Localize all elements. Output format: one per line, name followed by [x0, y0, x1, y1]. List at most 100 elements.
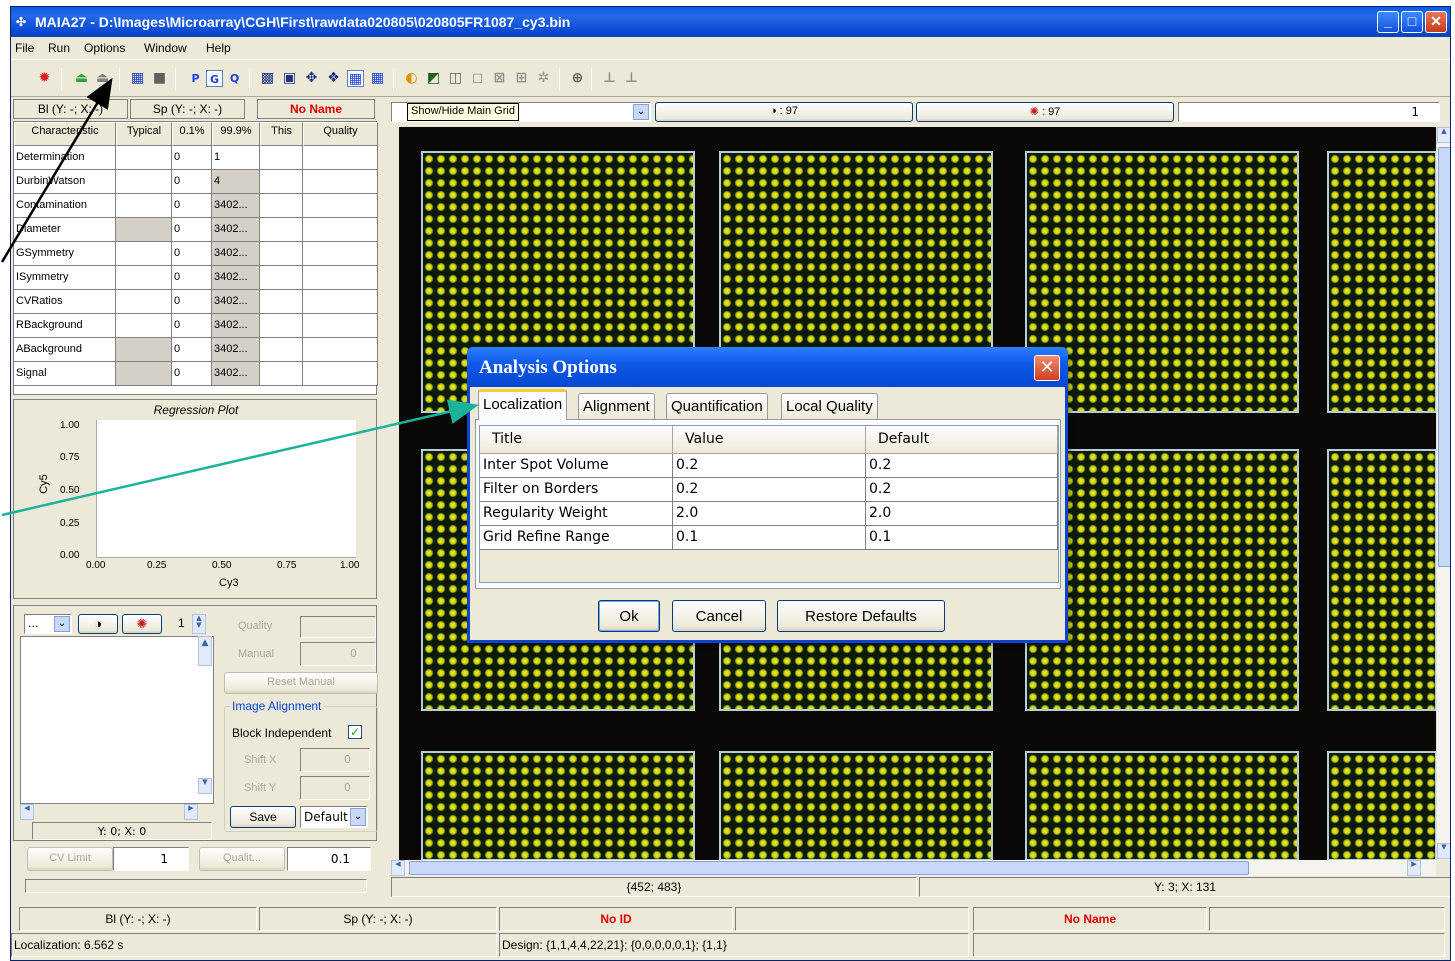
char-cell[interactable] [303, 170, 378, 194]
char-cell[interactable] [116, 242, 172, 266]
char-cell[interactable]: 0 [172, 362, 212, 386]
option-cell[interactable]: Regularity Weight [480, 502, 673, 526]
menu-help[interactable]: Help [206, 41, 231, 55]
char-cell[interactable]: Diameter [14, 218, 116, 242]
image-vscroll[interactable]: ▲ ▼ [1436, 127, 1450, 860]
grid-d-icon[interactable]: ❖ [325, 70, 342, 87]
stop-icon[interactable]: ■ [151, 70, 168, 87]
col-value[interactable]: Value [673, 426, 866, 454]
char-cell[interactable] [303, 314, 378, 338]
char-cell[interactable] [116, 314, 172, 338]
char-cell[interactable] [260, 242, 303, 266]
char-cell[interactable]: 0 [172, 338, 212, 362]
option-cell[interactable]: 0.1 [866, 526, 1058, 550]
load-icon[interactable]: ⏏ [73, 70, 90, 87]
brightness-button[interactable]: ✺ [122, 614, 162, 634]
char-cell[interactable] [303, 290, 378, 314]
char-cell[interactable]: Determination [14, 146, 116, 170]
char-cell[interactable] [116, 218, 172, 242]
target-icon[interactable]: ⊕ [569, 70, 586, 87]
char-cell[interactable]: 0 [172, 314, 212, 338]
minimize-button[interactable]: _ [1377, 11, 1399, 33]
r-icon[interactable]: ◩ [425, 70, 442, 87]
reset-manual-button[interactable]: Reset Manual [224, 672, 378, 694]
col-this[interactable]: This [260, 122, 303, 146]
char-cell[interactable] [116, 170, 172, 194]
cv-limit-button[interactable]: CV Limit [27, 847, 113, 871]
view-a-icon[interactable]: ◫ [447, 70, 464, 87]
block-independent-checkbox[interactable]: ✓ [348, 725, 362, 739]
option-cell[interactable]: 0.2 [866, 454, 1058, 478]
dialog-close-button[interactable]: ✕ [1034, 355, 1060, 381]
menu-options[interactable]: Options [84, 41, 125, 55]
char-cell[interactable] [116, 362, 172, 386]
char-cell[interactable]: 4 [212, 170, 260, 194]
char-cell[interactable] [260, 218, 303, 242]
char-cell[interactable] [303, 194, 378, 218]
view-b-icon[interactable]: ◻ [469, 70, 486, 87]
menu-file[interactable]: File [15, 41, 34, 55]
view-d-icon[interactable]: ⊞ [513, 70, 530, 87]
char-cell[interactable] [260, 290, 303, 314]
char-cell[interactable]: 3402... [212, 194, 260, 218]
char-cell[interactable] [116, 338, 172, 362]
unload-icon[interactable]: ⏏ [94, 70, 111, 87]
char-cell[interactable]: 0 [172, 218, 212, 242]
quality-limit-button[interactable]: Qualit... [199, 847, 285, 871]
char-cell[interactable]: 3402... [212, 266, 260, 290]
pin-b-icon[interactable]: ⊥ [623, 70, 640, 87]
cy3-contrast-button[interactable]: ◑ : 97 [655, 102, 913, 122]
char-cell[interactable]: RBackground [14, 314, 116, 338]
quality-limit-field[interactable]: 0.1 [287, 847, 371, 871]
view-spin-arrows[interactable]: ▲ ▼ [192, 614, 206, 634]
char-cell[interactable]: Signal [14, 362, 116, 386]
char-cell[interactable]: 0 [172, 170, 212, 194]
block-position-tab[interactable]: Bl (Y: -; X: -) [13, 99, 128, 119]
col-default[interactable]: Default [866, 426, 1058, 454]
list-scroll-left[interactable]: ◀ [20, 804, 34, 820]
char-cell[interactable]: 0 [172, 242, 212, 266]
char-cell[interactable]: 3402... [212, 290, 260, 314]
sub-grid-icon[interactable]: ▦ [369, 70, 386, 87]
tab-quantification[interactable]: Quantification [666, 393, 768, 419]
list-scroll-down[interactable]: ▼ [198, 778, 212, 794]
char-cell[interactable] [303, 146, 378, 170]
list-scroll-up[interactable]: ▲ [198, 636, 212, 666]
main-grid-icon[interactable]: ▦ [347, 70, 364, 87]
view-combo[interactable]: ... ⌄ [24, 614, 72, 634]
option-cell[interactable]: Grid Refine Range [480, 526, 673, 550]
col-title[interactable]: Title [480, 426, 673, 454]
char-cell[interactable]: 3402... [212, 218, 260, 242]
spot-list[interactable] [20, 636, 214, 804]
pin-a-icon[interactable]: ⊥ [601, 70, 618, 87]
restore-defaults-button[interactable]: Restore Defaults [777, 600, 945, 632]
char-cell[interactable] [116, 194, 172, 218]
tab-alignment[interactable]: Alignment [578, 393, 655, 419]
tab-local-quality[interactable]: Local Quality [781, 393, 878, 419]
col-characteristic[interactable]: Characteristic [14, 122, 116, 146]
option-cell[interactable]: 0.2 [673, 454, 866, 478]
list-scroll-right[interactable]: ▶ [184, 804, 198, 820]
char-cell[interactable] [116, 290, 172, 314]
col-quality[interactable]: Quality [303, 122, 378, 146]
char-cell[interactable] [260, 194, 303, 218]
p-button[interactable]: P [187, 70, 204, 87]
char-cell[interactable]: 1 [212, 146, 260, 170]
char-cell[interactable]: ISymmetry [14, 266, 116, 290]
view-e-icon[interactable]: ✲ [535, 70, 552, 87]
char-cell[interactable]: 0 [172, 146, 212, 170]
run-icon[interactable]: ✹ [36, 70, 53, 87]
g-button[interactable]: G [206, 70, 223, 87]
option-cell[interactable]: 0.1 [673, 526, 866, 550]
option-cell[interactable]: 2.0 [673, 502, 866, 526]
char-cell[interactable] [260, 170, 303, 194]
grid-c-icon[interactable]: ✥ [303, 70, 320, 87]
cancel-button[interactable]: Cancel [672, 600, 766, 632]
char-cell[interactable] [303, 218, 378, 242]
cy5-brightness-button[interactable]: ✺ : 97 [916, 102, 1174, 122]
char-cell[interactable] [303, 362, 378, 386]
image-icon[interactable]: ▦ [129, 70, 146, 87]
cv-limit-field[interactable]: 1 [113, 847, 189, 871]
char-cell[interactable] [116, 266, 172, 290]
image-spin-field[interactable]: 1 [1178, 102, 1440, 122]
